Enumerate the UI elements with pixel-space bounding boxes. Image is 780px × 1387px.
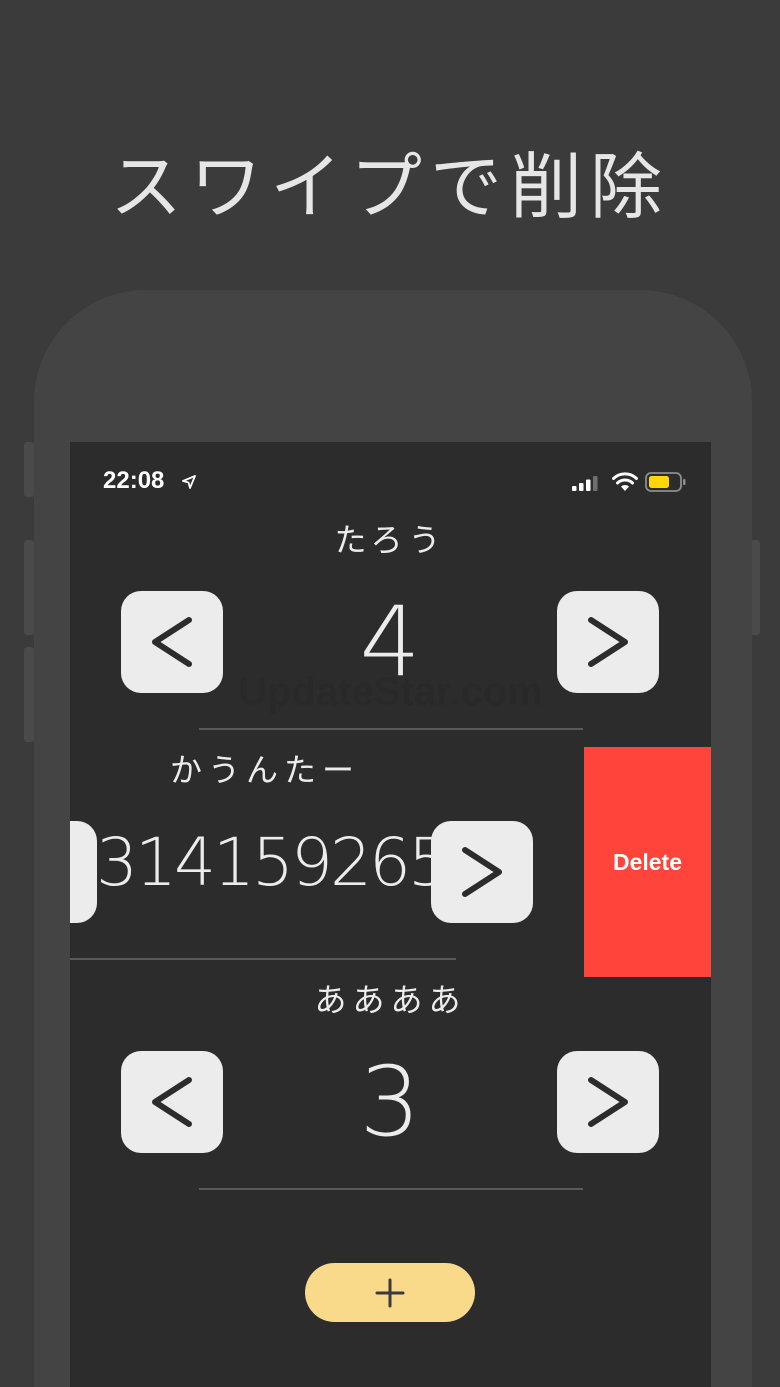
cellular-signal-icon: [572, 476, 598, 491]
chevron-left-icon: [152, 1077, 192, 1127]
location-arrow-icon: [182, 475, 196, 489]
phone-volume-down: [24, 647, 34, 742]
app-screen: 22:08 UpdateStar.com たろう 4 かうんたー 3141592…: [70, 442, 711, 1387]
wifi-icon: [612, 472, 638, 491]
counter-name: ああああ: [314, 981, 467, 1019]
status-time: 22:08: [103, 467, 165, 494]
counter-value: 4: [359, 586, 421, 698]
row-divider: [199, 728, 583, 730]
status-bar: 22:08: [70, 442, 711, 522]
decrement-button[interactable]: [70, 821, 97, 923]
row-divider: [199, 1188, 583, 1190]
headline: スワイプで削除: [109, 145, 670, 229]
delete-button[interactable]: Delete: [584, 747, 711, 977]
chevron-left-icon: [152, 617, 192, 667]
chevron-right-icon: [588, 1077, 628, 1127]
battery-icon: [645, 472, 686, 492]
decrement-button[interactable]: [121, 591, 223, 693]
phone-silent-switch: [24, 442, 34, 497]
row-divider: [70, 958, 456, 960]
counter-name: たろう: [334, 521, 447, 559]
plus-icon: [375, 1278, 405, 1307]
increment-button[interactable]: [557, 1051, 659, 1153]
chevron-right-icon: [462, 847, 502, 897]
increment-button[interactable]: [557, 591, 659, 693]
counter-value: 3: [359, 1046, 421, 1158]
decrement-button[interactable]: [121, 1051, 223, 1153]
counter-name: かうんたー: [169, 751, 360, 789]
chevron-right-icon: [588, 617, 628, 667]
increment-button[interactable]: [431, 821, 533, 923]
counter-value: 314159265: [96, 824, 450, 901]
phone-volume-up: [24, 540, 34, 635]
add-counter-button[interactable]: [305, 1263, 475, 1322]
